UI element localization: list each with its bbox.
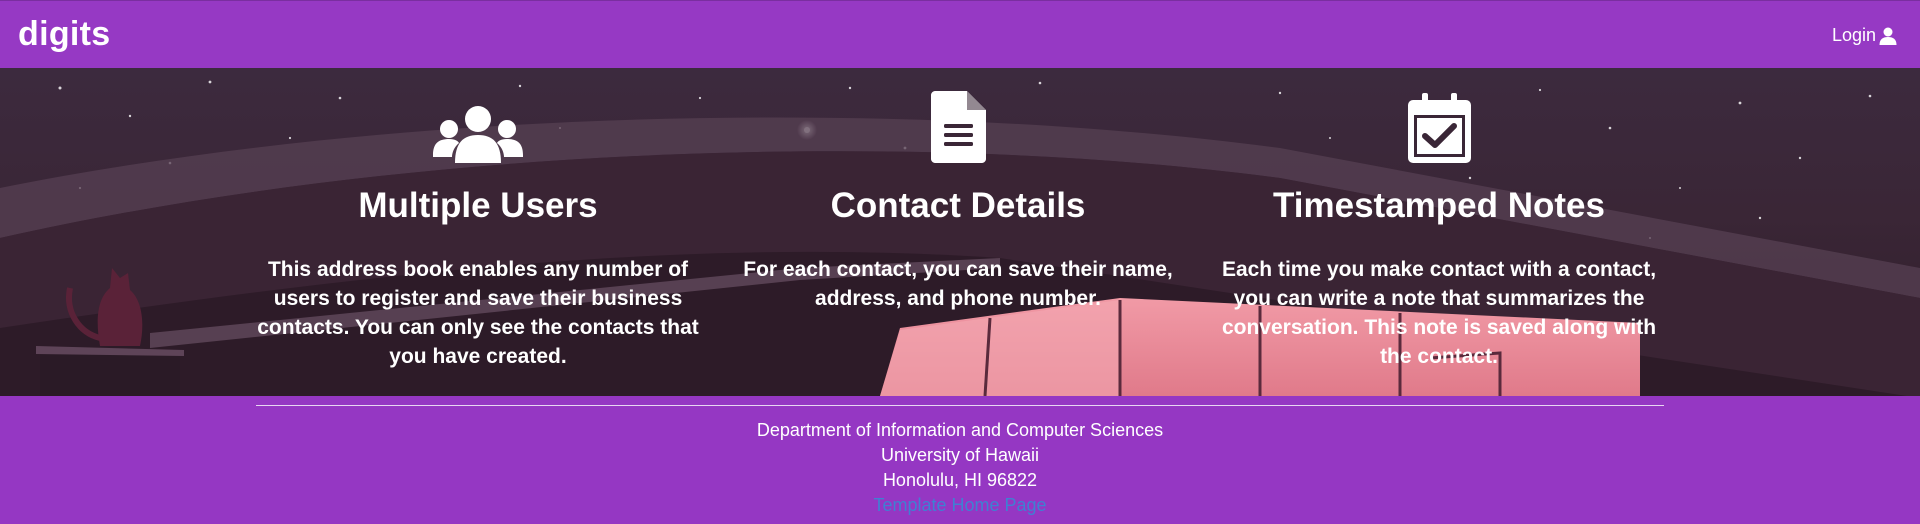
brand-logo[interactable]: digits [18, 15, 110, 54]
feature-text: This address book enables any number of … [257, 258, 699, 368]
file-alt-icon [930, 91, 986, 163]
footer-university: University of Hawaii [880, 445, 1040, 465]
feature-timestamped-notes: Timestamped Notes Each time you make con… [1214, 68, 1664, 371]
template-home-link[interactable]: Template Home Page [873, 495, 1046, 515]
footer-department: Department of Information and Computer S… [756, 420, 1164, 440]
login-dropdown[interactable]: Login [1832, 25, 1898, 46]
feature-title: Timestamped Notes [1273, 186, 1605, 225]
feature-title: Contact Details [830, 186, 1086, 225]
login-label: Login [1831, 25, 1876, 45]
footer-address: Honolulu, HI 96822 [882, 470, 1038, 490]
user-icon [1879, 27, 1897, 45]
feature-title: Multiple Users [358, 186, 598, 225]
hero-section: Multiple Users This address book enables… [0, 68, 1920, 396]
feature-text: For each contact, you can save their nam… [743, 258, 1173, 310]
calendar-check-icon [1407, 93, 1471, 163]
footer-divider [256, 405, 1664, 406]
feature-multiple-users: Multiple Users This address book enables… [253, 68, 703, 371]
navbar: digits Login [0, 0, 1920, 68]
feature-text: Each time you make contact with a contac… [1221, 258, 1657, 368]
users-icon [433, 106, 523, 163]
footer: Department of Information and Computer S… [0, 396, 1920, 524]
feature-contact-details: Contact Details For each contact, you ca… [733, 68, 1183, 313]
